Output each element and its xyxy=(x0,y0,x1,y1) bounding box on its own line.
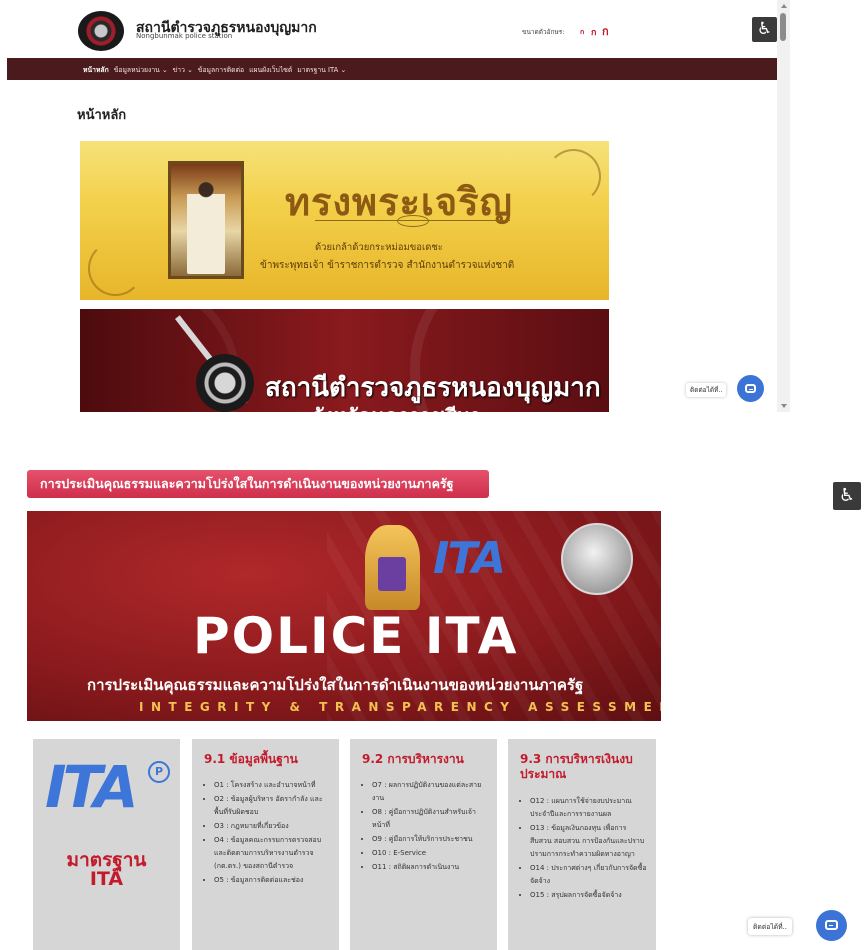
police-ita-title: POLICE ITA xyxy=(193,607,519,665)
ornament-swirl xyxy=(88,241,143,296)
list-item[interactable]: O1 : โครงสร้าง และอำนาจหน้าที่ xyxy=(214,779,332,792)
ita-logo: ITA P xyxy=(45,757,170,817)
nav-item-news[interactable]: ข่าว ⌄ xyxy=(173,64,193,75)
nav-item-contact[interactable]: ข้อมูลการติดต่อ xyxy=(198,64,244,75)
king-portrait xyxy=(168,161,244,279)
wheelchair-icon[interactable]: ♿ xyxy=(833,482,861,510)
section-list: O1 : โครงสร้าง และอำนาจหน้าที่ O2 : ข้อม… xyxy=(214,779,332,888)
nav-item-ita-standard[interactable]: มาตรฐาน ITA ⌄ xyxy=(297,64,346,75)
site-subtitle: Nongbunmak police station xyxy=(136,32,233,40)
station-banner[interactable]: สถานีตำรวจภูธรหนองบุญมาก จังหวัดนครราชสี… xyxy=(80,309,609,412)
basic-info-section: 9.1 ข้อมูลพื้นฐาน O1 : โครงสร้าง และอำนา… xyxy=(192,739,339,950)
administration-section: 9.2 การบริหารงาน O7 : ผลการปฏิบัติงานของ… xyxy=(350,739,497,950)
main-navbar: หน้าหลัก ข้อมูลหน่วยงาน ⌄ ข่าว ⌄ ข้อมูลก… xyxy=(7,58,777,80)
list-item[interactable]: O13 : ข้อมูลเงินกองทุน เพื่อการสืบสวน สอ… xyxy=(530,822,648,861)
list-item[interactable]: O3 : กฎหมายที่เกี่ยวข้อง xyxy=(214,820,332,833)
seal-coin-icon xyxy=(561,523,633,595)
banner-line: ข้าพระพุทธเจ้า ข้าราชการตำรวจ สำนักงานตำ… xyxy=(260,260,515,271)
wheelchair-icon[interactable]: ♿ xyxy=(752,17,777,42)
list-item[interactable]: O15 : สรุปผลการจัดซื้อจัดจ้าง xyxy=(530,889,648,902)
scroll-up-icon[interactable] xyxy=(781,4,787,8)
nav-item-agency-info[interactable]: ข้อมูลหน่วยงาน ⌄ xyxy=(114,64,168,75)
section-title: 9.2 การบริหารงาน xyxy=(362,752,464,766)
list-item[interactable]: O8 : คู่มือการปฏิบัติงานสำหรับเจ้าหน้าที… xyxy=(372,806,490,832)
station-province: จังหวัดนครราชสีมา xyxy=(312,400,481,412)
police-logo[interactable] xyxy=(78,11,124,51)
registered-mark-icon: P xyxy=(148,761,170,783)
ita-thai-subtitle: การประเมินคุณธรรมและความโปร่งใสในการดำเน… xyxy=(87,676,584,694)
ita-section-heading: การประเมินคุณธรรมและความโปร่งใสในการดำเน… xyxy=(27,470,489,498)
site-header: สถานีตำรวจภูธรหนองบุญมาก Nongbunmak poli… xyxy=(0,0,777,58)
frame-scrollbar[interactable] xyxy=(777,0,790,412)
section-title: 9.3 การบริหารเงินงบประมาณ xyxy=(520,752,633,781)
font-size-medium-button[interactable]: ก xyxy=(591,25,596,39)
ornament-divider xyxy=(315,215,510,230)
nav-item-sitemap[interactable]: แผนผังเว็บไซต์ xyxy=(249,64,292,75)
list-item[interactable]: O7 : ผลการปฏิบัติงานของแต่ละสายงาน xyxy=(372,779,490,805)
long-live-the-king-banner[interactable]: ทรงพระเจริญ ด้วยเกล้าด้วยกระหม่อมขอเดชะ … xyxy=(80,141,609,300)
page-title: หน้าหลัก xyxy=(77,108,127,123)
page: สถานีตำรวจภูธรหนองบุญมาก Nongbunmak poli… xyxy=(0,0,865,950)
contact-label[interactable]: ติดต่อได้ที่.. xyxy=(686,383,727,397)
chat-icon[interactable] xyxy=(816,910,847,941)
section-list: O7 : ผลการปฏิบัติงานของแต่ละสายงาน O8 : … xyxy=(372,779,490,875)
police-ita-banner[interactable]: ITA POLICE ITA การประเมินคุณธรรมและความโ… xyxy=(27,511,661,721)
list-item[interactable]: O4 : ข้อมูลคณะกรรมการตรวจสอบและติดตามการ… xyxy=(214,834,332,873)
ita-logo: ITA xyxy=(433,533,506,584)
contact-label[interactable]: ติดต่อได้ที่.. xyxy=(748,918,792,935)
ornament-swirl xyxy=(546,149,601,204)
list-item[interactable]: O12 : แผนการใช้จ่ายงบประมาณประจำปีและการ… xyxy=(530,795,648,821)
ita-standard-title: มาตรฐาน ITA xyxy=(66,849,147,890)
budget-section: 9.3 การบริหารเงินงบประมาณ O12 : แผนการใช… xyxy=(508,739,656,950)
section-list: O12 : แผนการใช้จ่ายงบประมาณประจำปีและการ… xyxy=(530,795,648,903)
police-crest-icon xyxy=(365,525,420,610)
embedded-site-frame[interactable]: สถานีตำรวจภูธรหนองบุญมาก Nongbunmak poli… xyxy=(0,0,790,412)
list-item[interactable]: O5 : ข้อมูลการติดต่อและช่อง xyxy=(214,874,332,887)
font-size-small-button[interactable]: ก xyxy=(580,27,584,38)
list-item[interactable]: O11 : สถิติผลการดำเนินงาน xyxy=(372,861,490,874)
ita-english-subtitle: INTEGRITY & TRANSPARENCY ASSESSMENT xyxy=(139,700,661,714)
scroll-down-icon[interactable] xyxy=(781,404,787,408)
list-item[interactable]: O9 : คู่มือการให้บริการประชาชน xyxy=(372,833,490,846)
font-size-large-button[interactable]: ก xyxy=(602,22,609,40)
list-item[interactable]: O14 : ประกาศต่างๆ เกี่ยวกับการจัดซื้อจัด… xyxy=(530,862,648,888)
banner-line: ด้วยเกล้าด้วยกระหม่อมขอเดชะ xyxy=(315,242,443,253)
police-emblem-icon xyxy=(196,354,254,412)
scrollbar-thumb[interactable] xyxy=(780,13,786,41)
list-item[interactable]: O2 : ข้อมูลผู้บริหาร อัตรากำลัง และพื้นท… xyxy=(214,793,332,819)
list-item[interactable]: O10 : E-Service xyxy=(372,847,490,860)
font-size-label: ขนาดตัวอักษร: xyxy=(522,28,565,36)
chat-icon[interactable] xyxy=(737,375,764,402)
ita-standard-card[interactable]: ITA P มาตรฐาน ITA xyxy=(33,739,180,950)
nav-item-home[interactable]: หน้าหลัก xyxy=(83,64,109,75)
section-title: 9.1 ข้อมูลพื้นฐาน xyxy=(204,752,298,766)
